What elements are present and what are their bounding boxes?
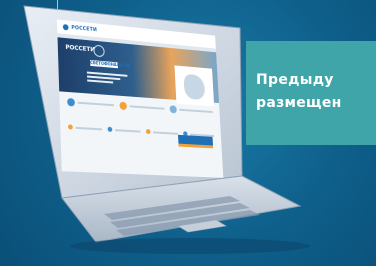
logo-icon: [62, 24, 69, 31]
partner-logo-icon: [93, 44, 105, 58]
website-preview: РОССЕТИ РОССЕТИ СВЕТОФОНАЛЬ.РФ: [56, 19, 224, 178]
caption-line-2: размещен: [256, 95, 342, 111]
caption-banner: [246, 41, 376, 145]
region-map-icon: [183, 73, 206, 101]
site-logo-text: РОССЕТИ: [71, 24, 98, 34]
caption-line-1: Предыду: [256, 72, 334, 88]
promo-block: [178, 134, 214, 149]
laptop-screen: РОССЕТИ РОССЕТИ СВЕТОФОНАЛЬ.РФ: [22, 2, 229, 192]
hero-tag: СВЕТОФОНАЛЬ.РФ: [90, 59, 131, 69]
laptop-shadow: [70, 238, 310, 254]
hero-brand: РОССЕТИ: [65, 43, 96, 54]
promo-stripe: [178, 143, 214, 149]
service-icon: [119, 101, 128, 111]
map-panel: [174, 65, 215, 107]
service-icon: [169, 105, 177, 114]
link-icon: [67, 124, 73, 130]
link-icon: [107, 126, 113, 132]
link-icon: [145, 129, 151, 135]
hero-text-lines: [86, 71, 128, 87]
service-icon: [67, 97, 75, 107]
